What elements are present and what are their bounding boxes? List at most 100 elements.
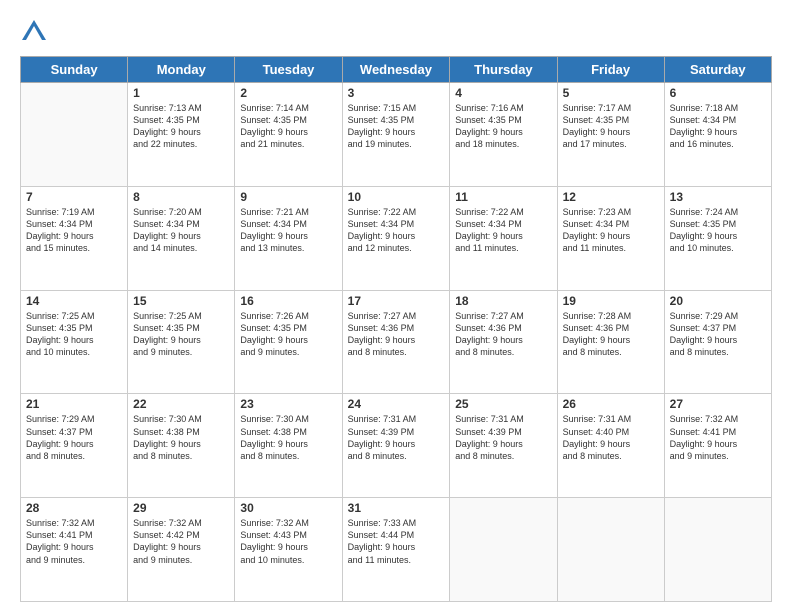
day-header-tuesday: Tuesday <box>235 57 342 83</box>
day-number: 18 <box>455 294 551 308</box>
day-number: 14 <box>26 294 122 308</box>
day-info: Sunrise: 7:27 AM Sunset: 4:36 PM Dayligh… <box>348 310 445 359</box>
day-number: 11 <box>455 190 551 204</box>
day-number: 17 <box>348 294 445 308</box>
day-number: 20 <box>670 294 766 308</box>
day-number: 10 <box>348 190 445 204</box>
calendar-cell: 5 Sunrise: 7:17 AM Sunset: 4:35 PM Daylig… <box>557 83 664 187</box>
calendar-cell <box>664 498 771 602</box>
day-number: 16 <box>240 294 336 308</box>
calendar-week-row: 1Sunrise: 7:13 AM Sunset: 4:35 PM Daylig… <box>21 83 772 187</box>
calendar-cell <box>450 498 557 602</box>
calendar-cell: 18 Sunrise: 7:27 AM Sunset: 4:36 PM Dayli… <box>450 290 557 394</box>
day-info: Sunrise: 7:17 AM Sunset: 4:35 PM Dayligh… <box>563 102 659 151</box>
calendar-cell: 26 Sunrise: 7:31 AM Sunset: 4:40 PM Dayli… <box>557 394 664 498</box>
calendar-cell: 15 Sunrise: 7:25 AM Sunset: 4:35 PM Dayli… <box>128 290 235 394</box>
day-number: 29 <box>133 501 229 515</box>
calendar-cell: 3 Sunrise: 7:15 AM Sunset: 4:35 PM Daylig… <box>342 83 450 187</box>
day-header-thursday: Thursday <box>450 57 557 83</box>
day-info: Sunrise: 7:31 AM Sunset: 4:39 PM Dayligh… <box>455 413 551 462</box>
logo <box>20 18 50 46</box>
day-number: 12 <box>563 190 659 204</box>
calendar-cell: 29 Sunrise: 7:32 AM Sunset: 4:42 PM Dayli… <box>128 498 235 602</box>
day-info: Sunrise: 7:21 AM Sunset: 4:34 PM Dayligh… <box>240 206 336 255</box>
day-info: Sunrise: 7:29 AM Sunset: 4:37 PM Dayligh… <box>26 413 122 462</box>
calendar-cell: 31Sunrise: 7:33 AM Sunset: 4:44 PM Dayli… <box>342 498 450 602</box>
day-number: 1 <box>133 86 229 100</box>
day-info: Sunrise: 7:18 AM Sunset: 4:34 PM Dayligh… <box>670 102 766 151</box>
day-number: 9 <box>240 190 336 204</box>
day-info: Sunrise: 7:22 AM Sunset: 4:34 PM Dayligh… <box>455 206 551 255</box>
day-number: 31 <box>348 501 445 515</box>
day-info: Sunrise: 7:32 AM Sunset: 4:42 PM Dayligh… <box>133 517 229 566</box>
calendar-week-row: 28 Sunrise: 7:32 AM Sunset: 4:41 PM Dayli… <box>21 498 772 602</box>
day-info: Sunrise: 7:26 AM Sunset: 4:35 PM Dayligh… <box>240 310 336 359</box>
day-info: Sunrise: 7:31 AM Sunset: 4:40 PM Dayligh… <box>563 413 659 462</box>
day-info: Sunrise: 7:25 AM Sunset: 4:35 PM Dayligh… <box>26 310 122 359</box>
day-info: Sunrise: 7:20 AM Sunset: 4:34 PM Dayligh… <box>133 206 229 255</box>
calendar-cell: 6 Sunrise: 7:18 AM Sunset: 4:34 PM Daylig… <box>664 83 771 187</box>
calendar-cell: 13 Sunrise: 7:24 AM Sunset: 4:35 PM Dayli… <box>664 186 771 290</box>
day-info: Sunrise: 7:23 AM Sunset: 4:34 PM Dayligh… <box>563 206 659 255</box>
calendar-cell: 17 Sunrise: 7:27 AM Sunset: 4:36 PM Dayli… <box>342 290 450 394</box>
calendar-cell: 8 Sunrise: 7:20 AM Sunset: 4:34 PM Daylig… <box>128 186 235 290</box>
header <box>20 18 772 46</box>
calendar-cell: 2Sunrise: 7:14 AM Sunset: 4:35 PM Daylig… <box>235 83 342 187</box>
day-info: Sunrise: 7:19 AM Sunset: 4:34 PM Dayligh… <box>26 206 122 255</box>
calendar-cell: 9 Sunrise: 7:21 AM Sunset: 4:34 PM Daylig… <box>235 186 342 290</box>
day-number: 24 <box>348 397 445 411</box>
calendar-cell: 22 Sunrise: 7:30 AM Sunset: 4:38 PM Dayli… <box>128 394 235 498</box>
day-info: Sunrise: 7:16 AM Sunset: 4:35 PM Dayligh… <box>455 102 551 151</box>
day-number: 8 <box>133 190 229 204</box>
day-header-sunday: Sunday <box>21 57 128 83</box>
day-number: 23 <box>240 397 336 411</box>
day-info: Sunrise: 7:30 AM Sunset: 4:38 PM Dayligh… <box>133 413 229 462</box>
day-number: 15 <box>133 294 229 308</box>
day-number: 19 <box>563 294 659 308</box>
calendar-cell: 24 Sunrise: 7:31 AM Sunset: 4:39 PM Dayli… <box>342 394 450 498</box>
day-info: Sunrise: 7:28 AM Sunset: 4:36 PM Dayligh… <box>563 310 659 359</box>
day-info: Sunrise: 7:31 AM Sunset: 4:39 PM Dayligh… <box>348 413 445 462</box>
day-number: 27 <box>670 397 766 411</box>
day-info: Sunrise: 7:32 AM Sunset: 4:41 PM Dayligh… <box>26 517 122 566</box>
day-number: 30 <box>240 501 336 515</box>
day-info: Sunrise: 7:27 AM Sunset: 4:36 PM Dayligh… <box>455 310 551 359</box>
day-number: 25 <box>455 397 551 411</box>
calendar-cell: 14 Sunrise: 7:25 AM Sunset: 4:35 PM Dayli… <box>21 290 128 394</box>
calendar-cell: 7 Sunrise: 7:19 AM Sunset: 4:34 PM Daylig… <box>21 186 128 290</box>
calendar-cell <box>557 498 664 602</box>
day-number: 7 <box>26 190 122 204</box>
calendar-cell: 23 Sunrise: 7:30 AM Sunset: 4:38 PM Dayli… <box>235 394 342 498</box>
calendar-cell: 19 Sunrise: 7:28 AM Sunset: 4:36 PM Dayli… <box>557 290 664 394</box>
day-number: 22 <box>133 397 229 411</box>
day-info: Sunrise: 7:30 AM Sunset: 4:38 PM Dayligh… <box>240 413 336 462</box>
day-number: 21 <box>26 397 122 411</box>
calendar-week-row: 14 Sunrise: 7:25 AM Sunset: 4:35 PM Dayli… <box>21 290 772 394</box>
day-number: 26 <box>563 397 659 411</box>
day-number: 3 <box>348 86 445 100</box>
calendar-cell: 21 Sunrise: 7:29 AM Sunset: 4:37 PM Dayli… <box>21 394 128 498</box>
day-number: 4 <box>455 86 551 100</box>
day-info: Sunrise: 7:15 AM Sunset: 4:35 PM Dayligh… <box>348 102 445 151</box>
calendar-cell: 27Sunrise: 7:32 AM Sunset: 4:41 PM Dayli… <box>664 394 771 498</box>
day-number: 13 <box>670 190 766 204</box>
calendar-cell: 11 Sunrise: 7:22 AM Sunset: 4:34 PM Dayli… <box>450 186 557 290</box>
calendar-cell: 12 Sunrise: 7:23 AM Sunset: 4:34 PM Dayli… <box>557 186 664 290</box>
calendar-week-row: 7 Sunrise: 7:19 AM Sunset: 4:34 PM Daylig… <box>21 186 772 290</box>
calendar-cell: 20 Sunrise: 7:29 AM Sunset: 4:37 PM Dayli… <box>664 290 771 394</box>
day-number: 6 <box>670 86 766 100</box>
day-header-wednesday: Wednesday <box>342 57 450 83</box>
day-number: 2 <box>240 86 336 100</box>
day-number: 28 <box>26 501 122 515</box>
calendar-cell: 10 Sunrise: 7:22 AM Sunset: 4:34 PM Dayli… <box>342 186 450 290</box>
calendar-cell: 4 Sunrise: 7:16 AM Sunset: 4:35 PM Daylig… <box>450 83 557 187</box>
day-number: 5 <box>563 86 659 100</box>
day-header-monday: Monday <box>128 57 235 83</box>
day-info: Sunrise: 7:29 AM Sunset: 4:37 PM Dayligh… <box>670 310 766 359</box>
calendar-week-row: 21 Sunrise: 7:29 AM Sunset: 4:37 PM Dayli… <box>21 394 772 498</box>
day-info: Sunrise: 7:32 AM Sunset: 4:43 PM Dayligh… <box>240 517 336 566</box>
day-info: Sunrise: 7:24 AM Sunset: 4:35 PM Dayligh… <box>670 206 766 255</box>
calendar-cell <box>21 83 128 187</box>
day-info: Sunrise: 7:25 AM Sunset: 4:35 PM Dayligh… <box>133 310 229 359</box>
day-info: Sunrise: 7:22 AM Sunset: 4:34 PM Dayligh… <box>348 206 445 255</box>
